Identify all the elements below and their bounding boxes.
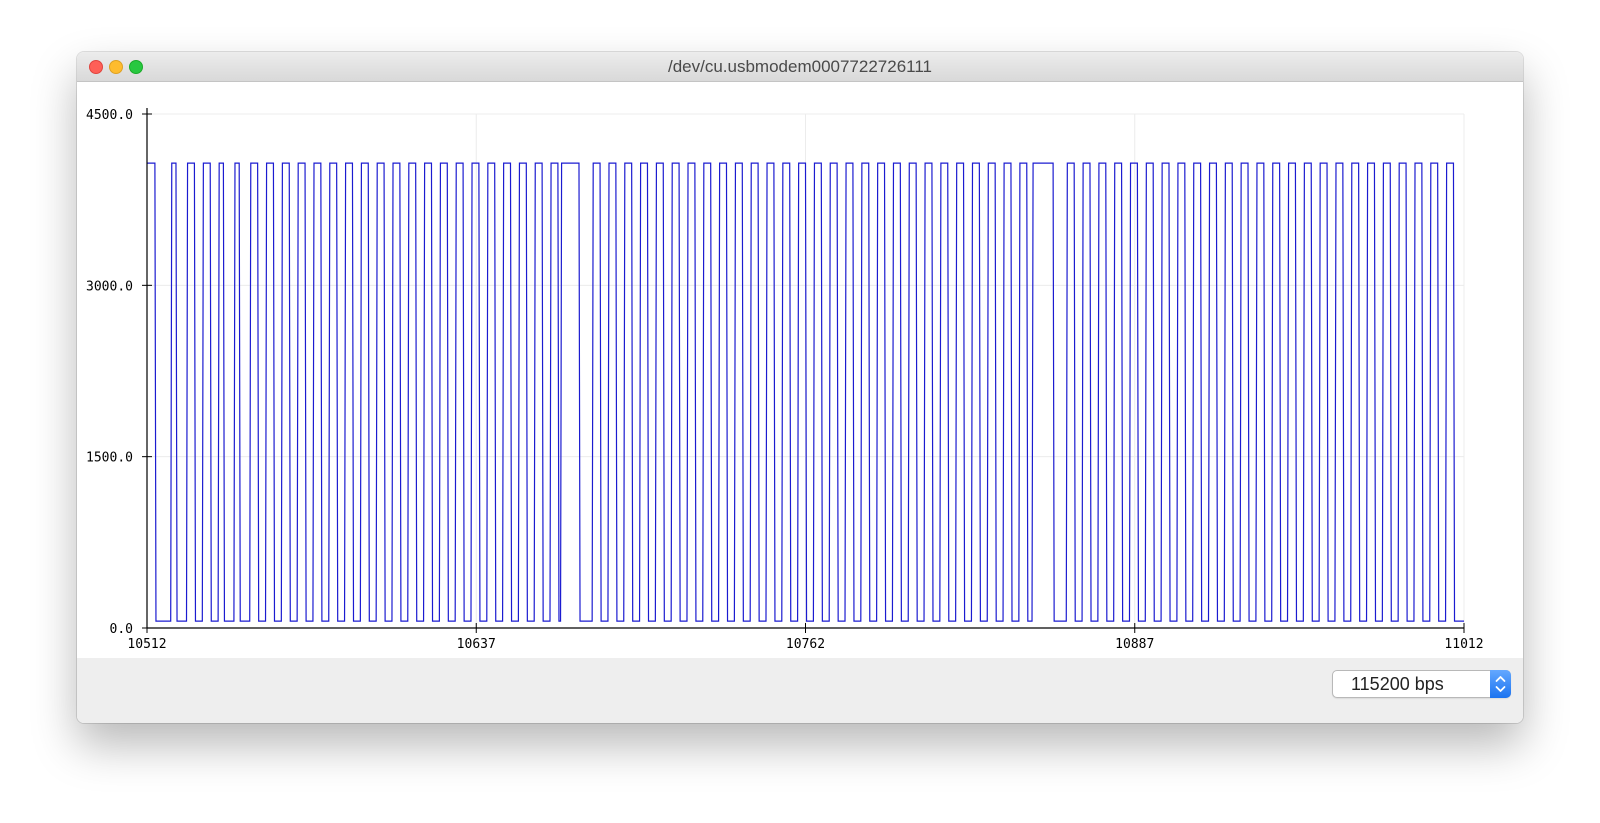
title-bar[interactable]: /dev/cu.usbmodem0007722726111 [77, 52, 1523, 82]
y-tick-label: 4500.0 [86, 108, 133, 123]
y-tick-label: 1500.0 [86, 451, 133, 466]
x-tick-label: 10512 [127, 637, 166, 652]
chevron-updown-icon[interactable] [1490, 670, 1511, 698]
serial-plot-chart: 0.0 1500.0 3000.0 4500.0 10512 10637 10762 1088… [86, 108, 1484, 652]
serial-plotter-window: /dev/cu.usbmodem0007722726111 0.0 1500.0 3… [77, 52, 1523, 723]
footer-bar: 115200 bps [77, 658, 1523, 723]
x-tick-label: 10887 [1115, 637, 1154, 652]
baud-rate-value: 115200 bps [1351, 674, 1444, 694]
baud-rate-select[interactable]: 115200 bps [1332, 670, 1511, 698]
y-tick-label: 0.0 [110, 622, 133, 637]
x-tick-label: 11012 [1444, 637, 1483, 652]
x-tick-label: 10762 [786, 637, 825, 652]
x-tick-label: 10637 [457, 637, 496, 652]
plot-area: 0.0 1500.0 3000.0 4500.0 10512 10637 10762 1088… [77, 82, 1523, 658]
y-tick-label: 3000.0 [86, 279, 133, 294]
window-title: /dev/cu.usbmodem0007722726111 [667, 57, 932, 76]
